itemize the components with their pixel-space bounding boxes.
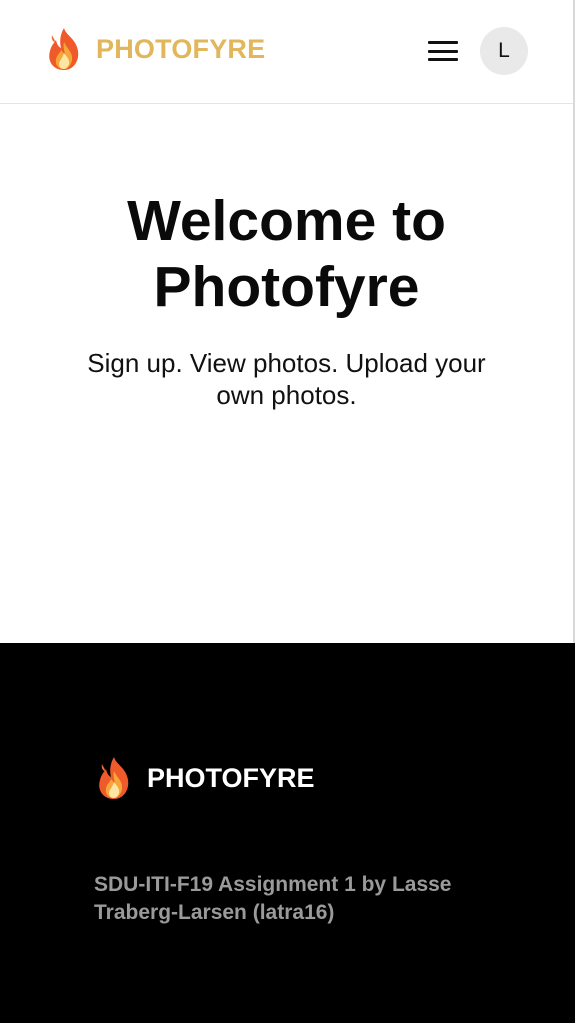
menu-bar: [428, 49, 458, 53]
menu-bar: [428, 41, 458, 44]
fire-icon: [49, 28, 79, 70]
brand-link[interactable]: PHOTOFYRE: [44, 26, 265, 72]
site-header: PHOTOFYRE L: [0, 0, 573, 104]
page: PHOTOFYRE L Welcome to Photofyre Sign up…: [0, 0, 575, 1023]
hero-section: Welcome to Photofyre Sign up. View photo…: [0, 104, 573, 643]
avatar[interactable]: L: [480, 27, 528, 75]
fire-icon: [99, 757, 129, 799]
page-title: Welcome to Photofyre: [127, 189, 446, 319]
brand-name: PHOTOFYRE: [96, 33, 266, 64]
hero-subtitle: Sign up. View photos. Upload your own ph…: [87, 348, 486, 410]
hamburger-menu-icon[interactable]: [426, 37, 460, 65]
footer-brand: PHOTOFYRE: [94, 755, 315, 801]
site-footer: PHOTOFYRE SDU-ITI-F19 Assignment 1 by La…: [0, 643, 575, 1023]
footer-credit: SDU-ITI-F19 Assignment 1 by Lasse Traber…: [94, 873, 452, 924]
footer-brand-name: PHOTOFYRE: [147, 762, 315, 793]
menu-bar: [428, 58, 458, 61]
